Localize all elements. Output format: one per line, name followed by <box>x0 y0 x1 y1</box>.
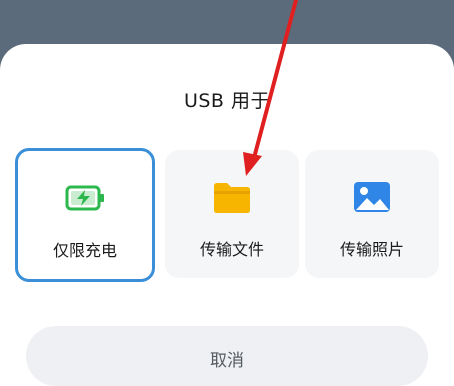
option-transfer-files[interactable]: 传输文件 <box>165 150 299 278</box>
option-transfer-files-label: 传输文件 <box>199 240 264 259</box>
option-transfer-photos[interactable]: 传输照片 <box>305 150 439 278</box>
dialog-title: USB 用于 <box>183 90 271 112</box>
cancel-button[interactable]: 取消 <box>26 326 428 386</box>
image-icon <box>354 182 390 212</box>
battery-charging-icon <box>65 185 104 211</box>
option-charge-only-label: 仅限充电 <box>52 241 117 260</box>
folder-icon <box>214 183 250 213</box>
cancel-button-label: 取消 <box>210 351 244 371</box>
option-transfer-photos-label: 传输照片 <box>339 240 404 259</box>
option-charge-only[interactable]: 仅限充电 <box>15 148 155 282</box>
